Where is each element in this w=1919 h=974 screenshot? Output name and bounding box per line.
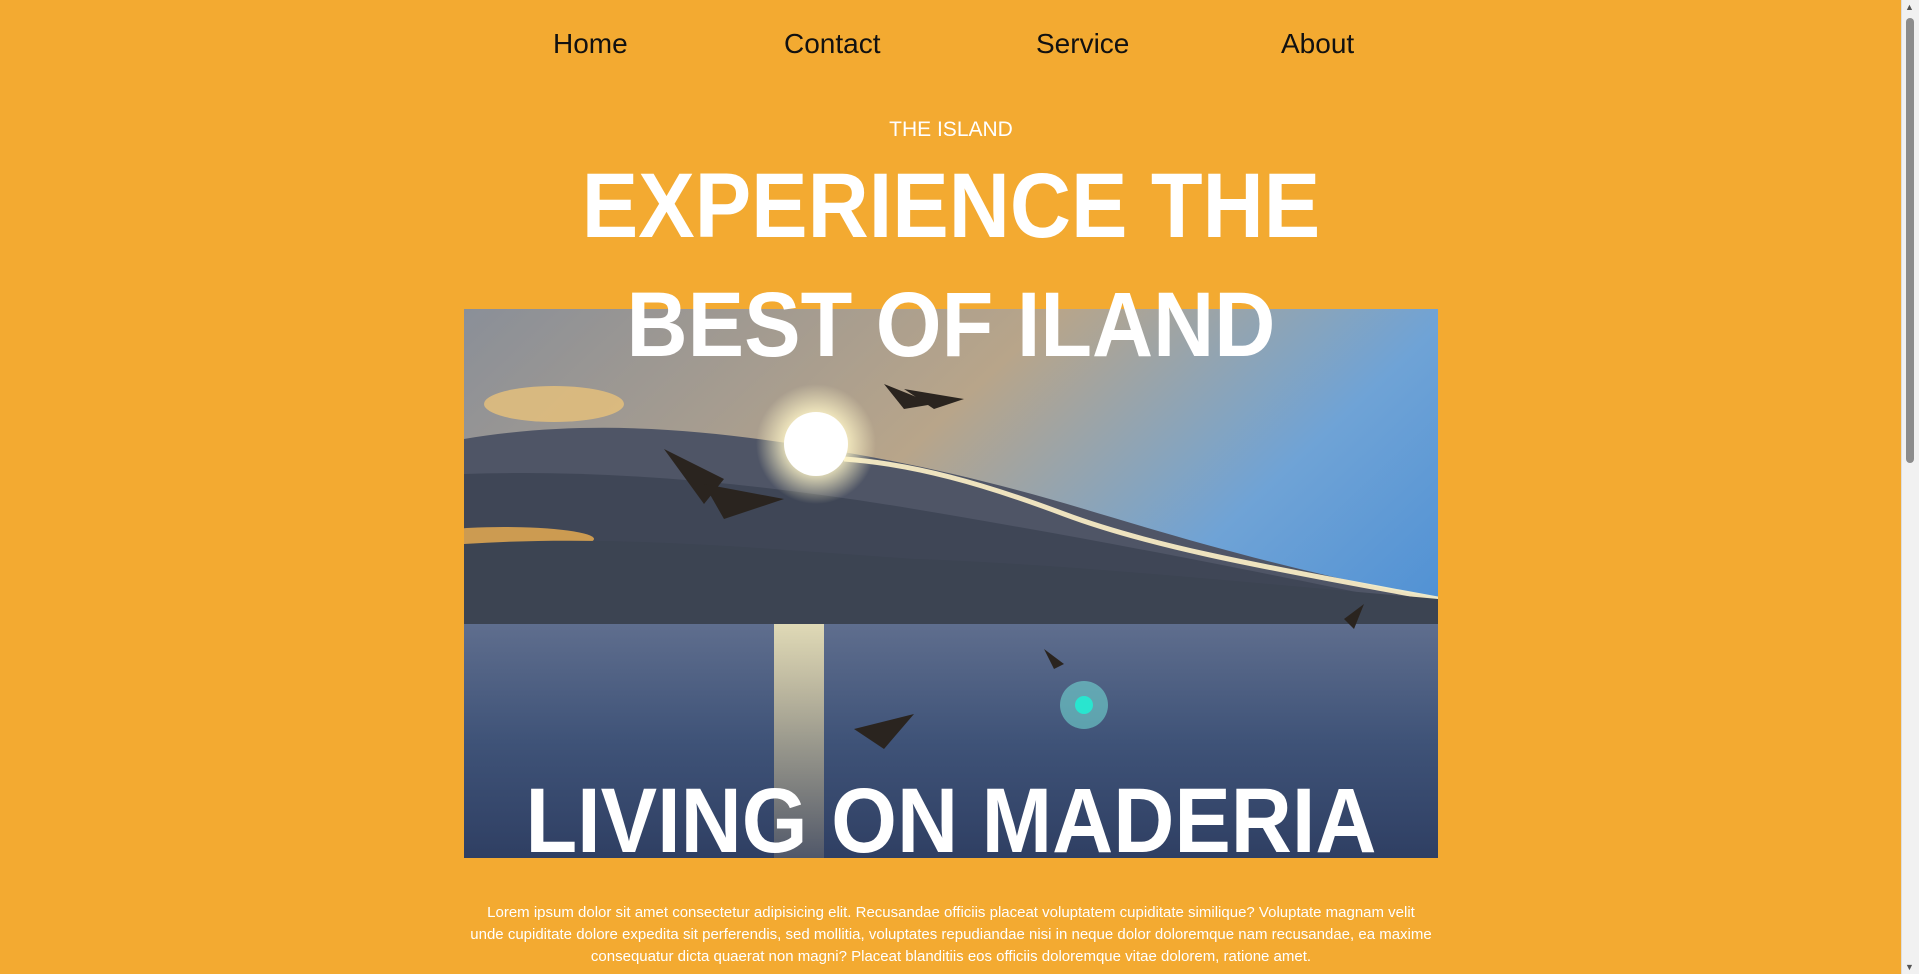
hero-headline-line3: LIVING ON MADERIA bbox=[525, 770, 1377, 872]
scroll-down-icon[interactable]: ▼ bbox=[1905, 962, 1914, 972]
main-nav: Home Contact Service About bbox=[0, 28, 1902, 68]
scroll-thumb[interactable] bbox=[1906, 18, 1914, 463]
nav-contact-link[interactable]: Contact bbox=[784, 28, 881, 60]
nav-about-link[interactable]: About bbox=[1281, 28, 1354, 60]
hero-headline-line2: BEST OF ILAND bbox=[626, 274, 1276, 376]
scroll-up-icon[interactable]: ▲ bbox=[1905, 2, 1914, 12]
nav-service-link[interactable]: Service bbox=[1036, 28, 1129, 60]
hero-paragraph: Lorem ipsum dolor sit amet consectetur a… bbox=[470, 904, 1432, 965]
hero-eyebrow: THE ISLAND bbox=[889, 118, 1013, 141]
hero-headline-line1: EXPERIENCE THE bbox=[581, 155, 1321, 257]
vertical-scrollbar[interactable]: ▲ ▼ bbox=[1901, 0, 1919, 974]
nav-home-link[interactable]: Home bbox=[553, 28, 628, 60]
